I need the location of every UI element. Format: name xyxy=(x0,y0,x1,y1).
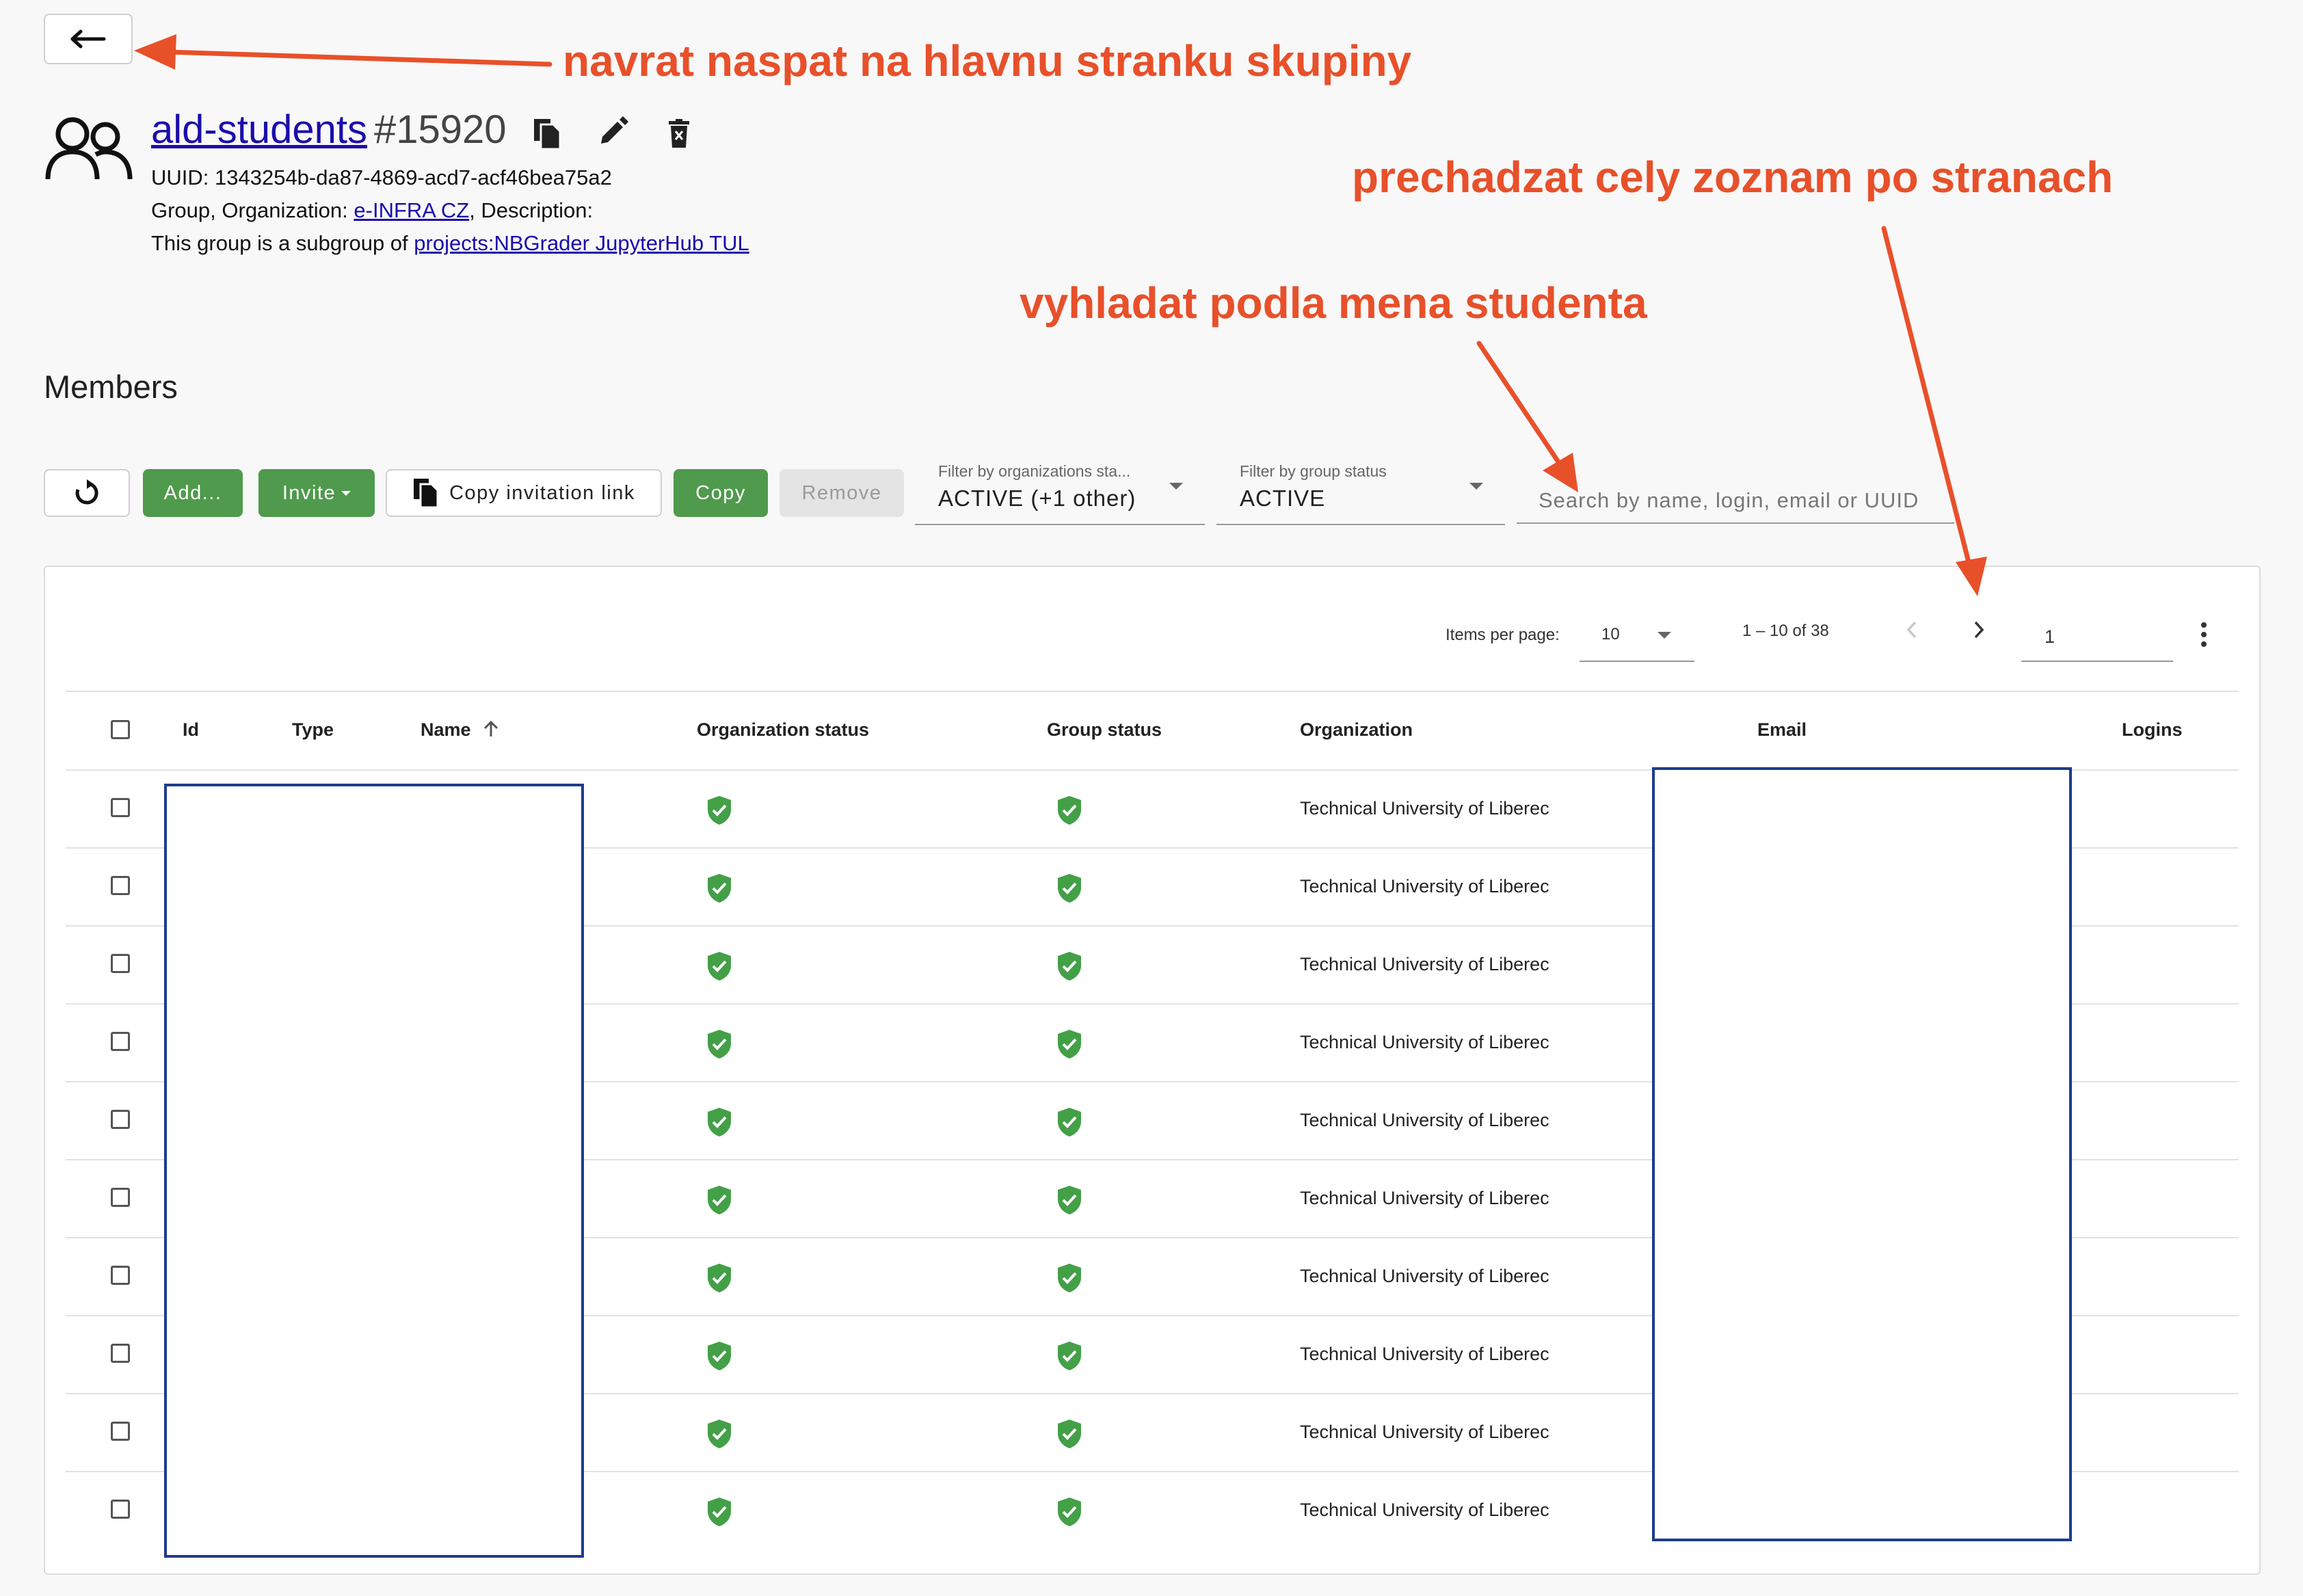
annotation-search: vyhladat podla mena studenta xyxy=(1020,278,1647,328)
annotation-back: navrat naspat na hlavnu stranku skupiny xyxy=(563,36,1412,85)
annotation-arrows xyxy=(134,34,1987,596)
annotation-paging: prechadzat cely zoznam po stranach xyxy=(1352,152,2114,202)
